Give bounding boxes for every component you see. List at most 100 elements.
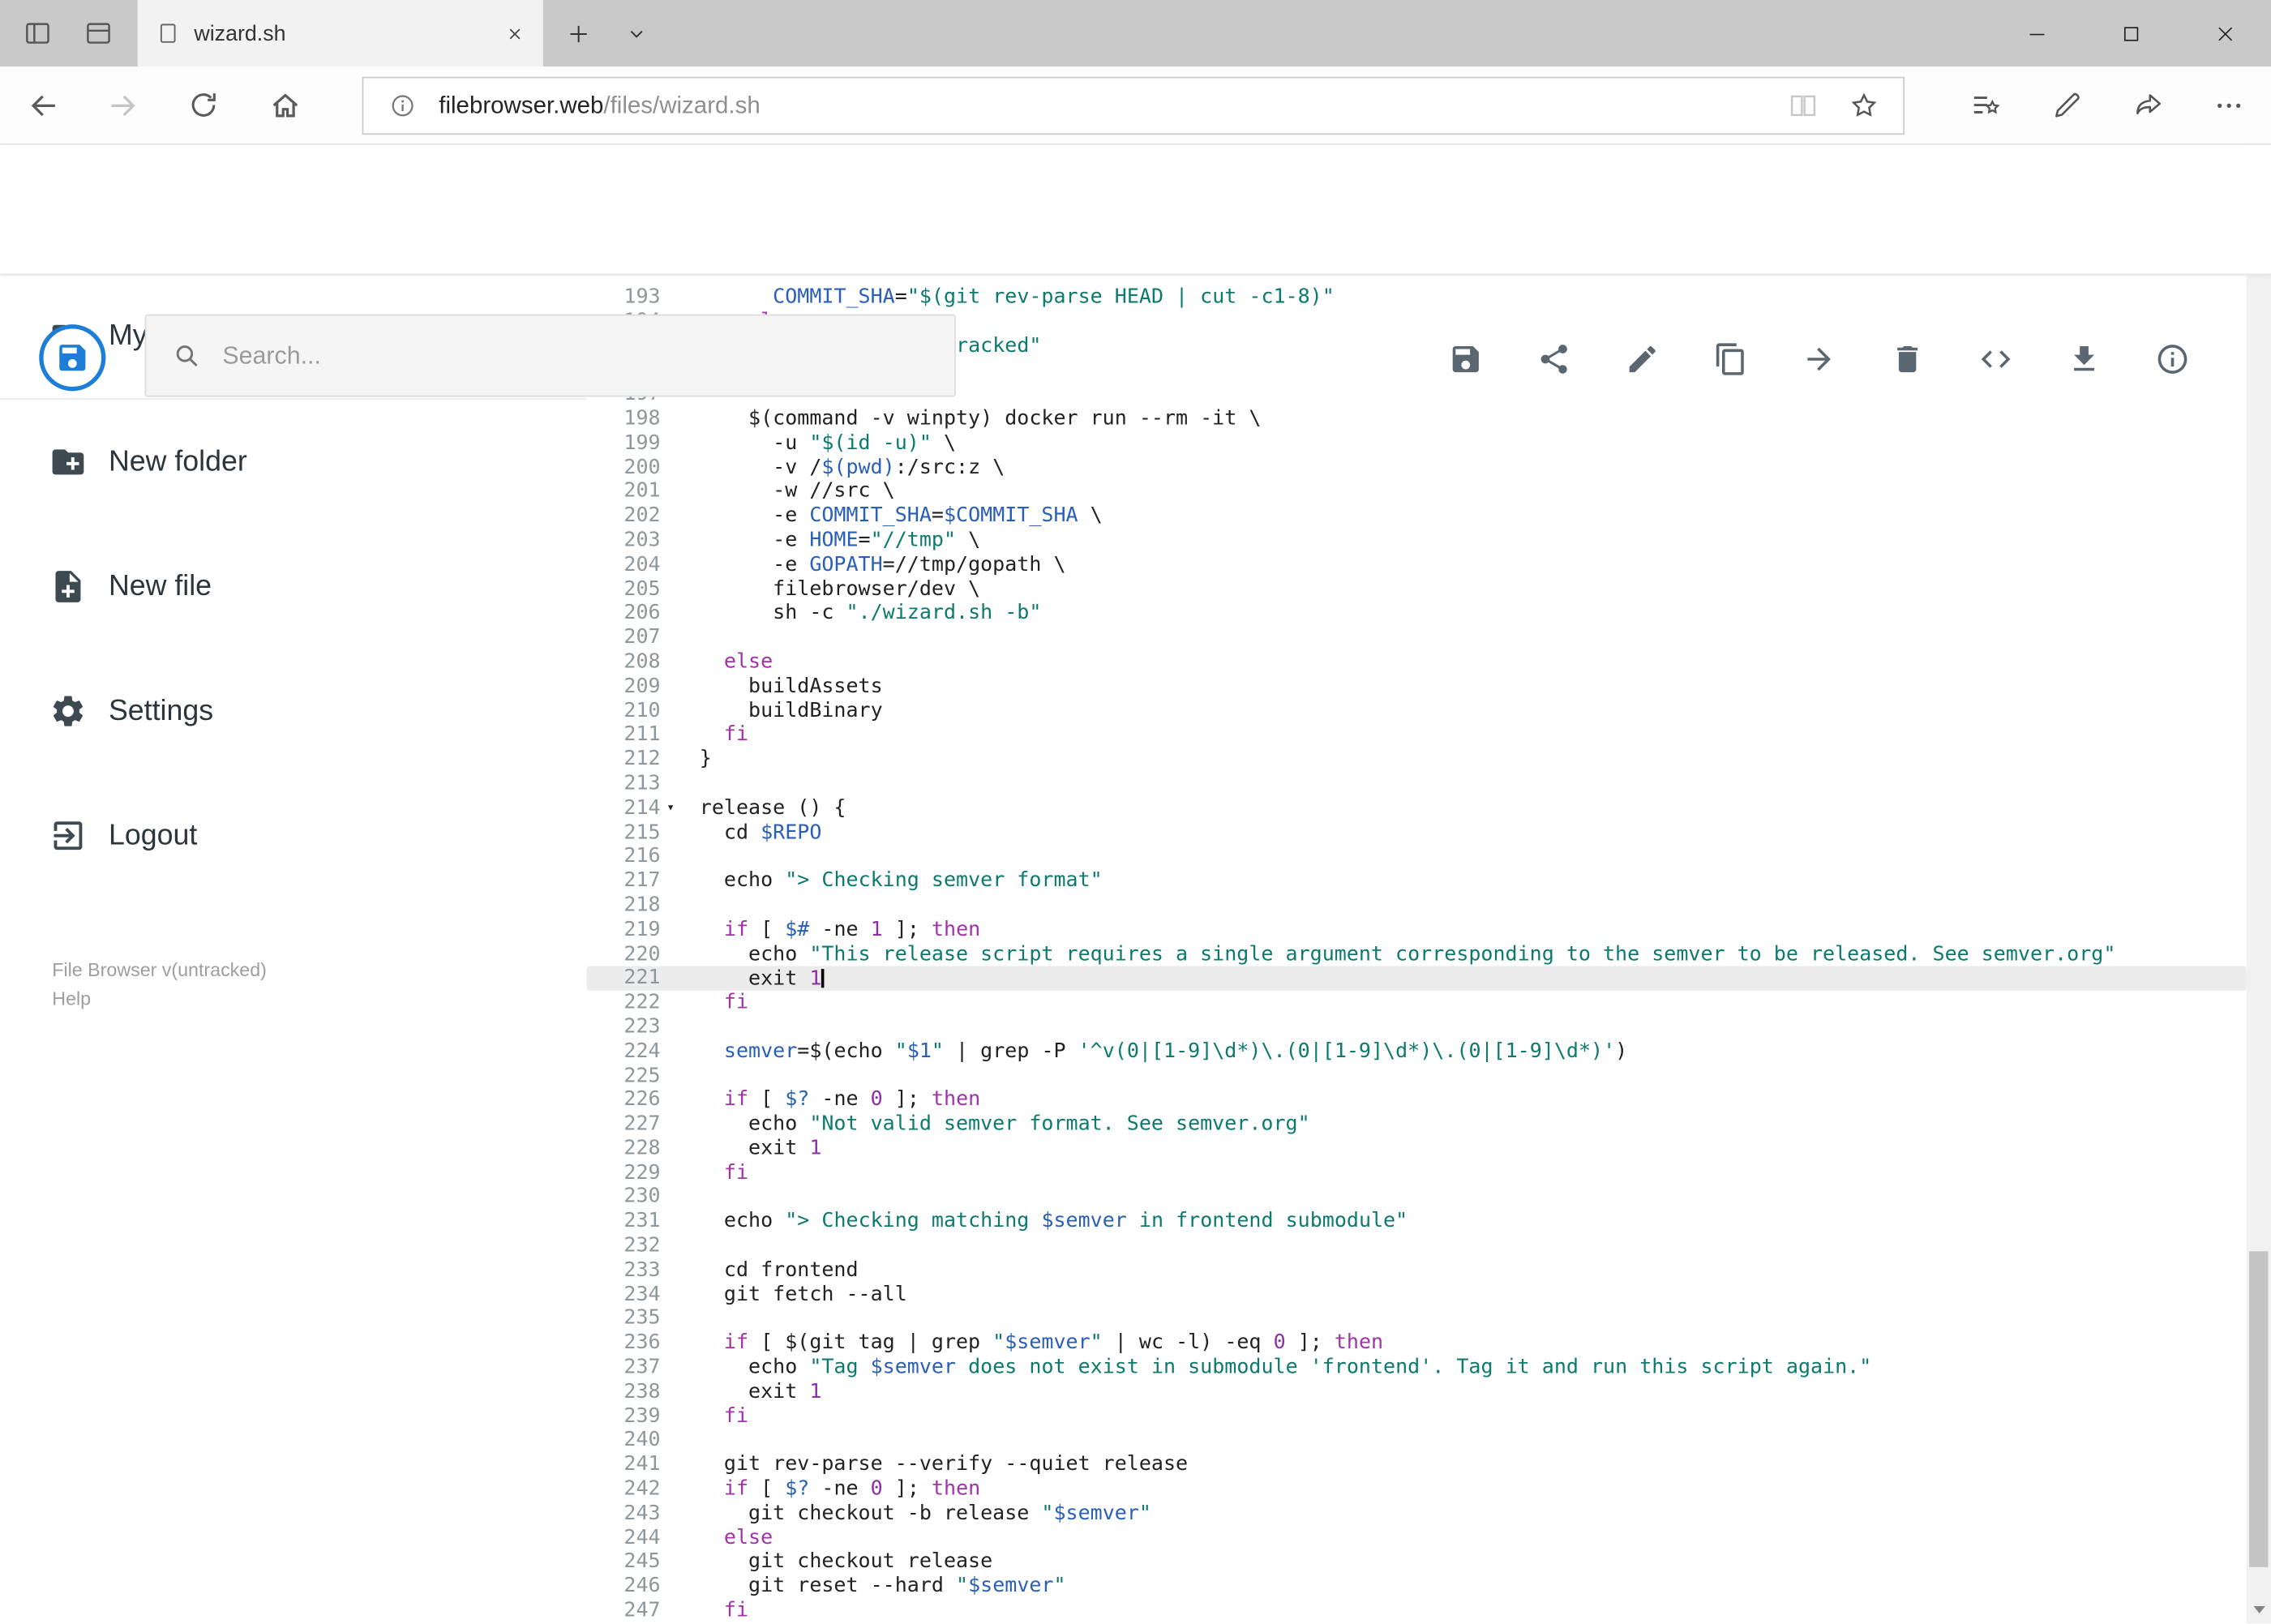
close-window-button[interactable] [2192, 0, 2258, 66]
new-tab-button[interactable] [549, 0, 606, 66]
code-line[interactable]: 228 exit 1 [586, 1137, 2246, 1161]
code-line[interactable]: 219 if [ $# -ne 1 ]; then [586, 918, 2246, 942]
share-button[interactable] [1536, 342, 1571, 377]
code-line[interactable]: 236 if [ $(git tag | grep "$semver" | wc… [586, 1331, 2246, 1356]
app-logo[interactable] [39, 324, 106, 392]
code-line[interactable]: 230 [586, 1185, 2246, 1210]
maximize-button[interactable] [2097, 0, 2164, 66]
refresh-button[interactable] [171, 66, 235, 144]
page-info-button[interactable] [378, 77, 427, 135]
delete-button[interactable] [1890, 342, 1925, 377]
code-line[interactable]: 211 fi [586, 723, 2246, 748]
share-page-button[interactable] [2116, 66, 2180, 144]
annotate-button[interactable] [2035, 66, 2099, 144]
code-line[interactable]: 201 -w //src \ [586, 480, 2246, 504]
code-line[interactable]: 204 -e GOPATH=//tmp/gopath \ [586, 553, 2246, 577]
code-line[interactable]: 225 [586, 1064, 2246, 1088]
code-line[interactable]: 210 buildBinary [586, 699, 2246, 723]
tabs-aside-button[interactable] [9, 0, 66, 66]
code-line[interactable]: 224 semver=$(echo "$1" | grep -P '^v(0|[… [586, 1039, 2246, 1064]
code-line[interactable]: 205 filebrowser/dev \ [586, 577, 2246, 602]
fold-gutter [661, 1307, 681, 1331]
code-button[interactable] [1978, 342, 2013, 377]
code-line[interactable]: 199 -u "$(id -u)" \ [586, 431, 2246, 456]
code-line[interactable]: 246 git reset --hard "$semver" [586, 1575, 2246, 1599]
code-line[interactable]: 223 [586, 1015, 2246, 1039]
code-line[interactable]: 232 [586, 1234, 2246, 1258]
code-line[interactable]: 227 echo "Not valid semver format. See s… [586, 1112, 2246, 1137]
tab-list-button[interactable] [613, 0, 659, 66]
sidebar-item-new-folder[interactable]: New folder [0, 400, 586, 525]
fold-gutter [661, 285, 681, 310]
search-box[interactable] [144, 314, 956, 397]
sidebar-item-new-file[interactable]: New file [0, 525, 586, 649]
sidebar-item-settings[interactable]: Settings [0, 649, 586, 773]
code-line[interactable]: 226 if [ $? -ne 0 ]; then [586, 1088, 2246, 1112]
code-line[interactable]: 217 echo "> Checking semver format" [586, 869, 2246, 893]
favorite-star-button[interactable] [1840, 77, 1889, 135]
code-line[interactable]: 238 exit 1 [586, 1380, 2246, 1404]
code-line[interactable]: 200 -v /$(pwd):/src:z \ [586, 456, 2246, 480]
code-editor[interactable]: 193 COMMIT_SHA="$(git rev-parse HEAD | c… [586, 275, 2247, 1624]
code-line[interactable]: 208 else [586, 650, 2246, 675]
code-line[interactable]: 206 sh -c "./wizard.sh -b" [586, 602, 2246, 626]
code-line[interactable]: 220 echo "This release script requires a… [586, 942, 2246, 966]
scrollbar-thumb[interactable] [2249, 1251, 2269, 1567]
line-number: 243 [623, 1502, 661, 1525]
address-bar[interactable]: filebrowser.web/files/wizard.sh [362, 76, 1905, 135]
code-line[interactable]: 243 git checkout -b release "$semver" [586, 1502, 2246, 1526]
code-line[interactable]: 213 [586, 772, 2246, 796]
code-line[interactable]: 229 fi [586, 1161, 2246, 1185]
code-line[interactable]: 233 cd frontend [586, 1258, 2246, 1283]
code-line[interactable]: 239 fi [586, 1404, 2246, 1429]
info-button[interactable] [2155, 342, 2190, 377]
code-line[interactable]: 207 [586, 626, 2246, 650]
code-line[interactable]: 237 echo "Tag $semver does not exist in … [586, 1356, 2246, 1380]
code-line[interactable]: 215 cd $REPO [586, 821, 2246, 845]
copy-button[interactable] [1713, 342, 1748, 377]
logout-icon [54, 821, 83, 851]
search-input[interactable] [222, 341, 929, 371]
code-text: git reset --hard "$semver" [699, 1575, 1066, 1598]
tab-close-icon[interactable] [505, 24, 524, 42]
code-line[interactable]: 241 git rev-parse --verify --quiet relea… [586, 1453, 2246, 1477]
reading-view-button[interactable] [1779, 77, 1828, 135]
code-line[interactable]: 242 if [ $? -ne 0 ]; then [586, 1477, 2246, 1502]
hub-button[interactable] [1954, 66, 2018, 144]
code-line[interactable]: 234 git fetch --all [586, 1283, 2246, 1307]
sidebar-item-logout[interactable]: Logout [0, 773, 586, 898]
code-line[interactable]: 193 COMMIT_SHA="$(git rev-parse HEAD | c… [586, 285, 2246, 310]
edit-button[interactable] [1625, 342, 1660, 377]
sidebar-help-link[interactable]: Help [52, 985, 267, 1014]
code-line[interactable]: 203 -e HOME="//tmp" \ [586, 529, 2246, 553]
code-line[interactable]: 198 $(command -v winpty) docker run --rm… [586, 407, 2246, 431]
download-button[interactable] [2067, 342, 2102, 377]
code-line[interactable]: 218 [586, 893, 2246, 918]
forward-button[interactable] [92, 66, 156, 144]
tab-preview-button[interactable] [70, 0, 127, 66]
code-line[interactable]: 212} [586, 748, 2246, 772]
scrollbar[interactable] [2246, 144, 2271, 1624]
browser-tab[interactable]: wizard.sh [137, 0, 543, 67]
code-line[interactable]: 202 -e COMMIT_SHA=$COMMIT_SHA \ [586, 504, 2246, 529]
code-line[interactable]: 222 fi [586, 991, 2246, 1015]
code-line[interactable]: 221 exit 1 [586, 966, 2247, 991]
code-line[interactable]: 244 else [586, 1526, 2246, 1550]
scrollbar-down-button[interactable] [2252, 1606, 2265, 1613]
code-line[interactable]: 216 [586, 845, 2246, 869]
more-options-button[interactable] [2197, 66, 2261, 144]
back-button[interactable] [11, 66, 75, 144]
move-button[interactable] [1802, 342, 1836, 377]
code-line[interactable]: 214 ▾ release () { [586, 796, 2246, 821]
home-button[interactable] [254, 66, 318, 144]
fold-marker-icon[interactable]: ▾ [661, 796, 681, 821]
save-button[interactable] [1448, 342, 1483, 377]
code-line[interactable]: 247 fi [586, 1599, 2246, 1623]
code-line[interactable]: 235 [586, 1307, 2246, 1331]
code-line[interactable]: 231 echo "> Checking matching $semver in… [586, 1210, 2246, 1234]
code-line[interactable]: 245 git checkout release [586, 1550, 2246, 1575]
code-line[interactable]: 240 [586, 1429, 2246, 1453]
code-line[interactable]: 209 buildAssets [586, 675, 2246, 699]
minimize-button[interactable] [2003, 0, 2070, 66]
